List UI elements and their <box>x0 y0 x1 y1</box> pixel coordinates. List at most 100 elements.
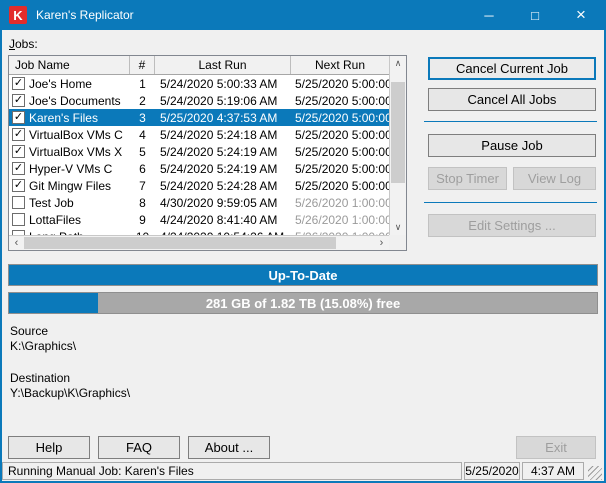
job-nextrun-cell: 5/26/2020 1:00:00 AM <box>295 212 389 227</box>
job-nextrun-cell: 5/26/2020 1:00:00 AM <box>295 195 389 210</box>
faq-button[interactable]: FAQ <box>98 436 180 459</box>
job-checkbox[interactable]: ✓ <box>12 77 25 90</box>
vertical-scrollbar-thumb[interactable] <box>391 82 405 183</box>
stop-timer-button: Stop Timer <box>428 167 507 190</box>
column-header-number[interactable]: # <box>130 56 155 74</box>
horizontal-scrollbar-thumb[interactable] <box>24 237 336 249</box>
job-name-cell: VirtualBox VMs X <box>29 144 123 159</box>
minimize-icon: ─ <box>484 7 494 23</box>
job-lastrun-cell: 4/24/2020 8:41:40 AM <box>160 212 278 227</box>
job-nextrun-cell: 5/25/2020 5:00:00 AM <box>295 93 389 108</box>
job-lastrun-cell: 5/24/2020 5:00:33 AM <box>160 76 278 91</box>
job-lastrun-cell: 4/30/2020 9:59:05 AM <box>160 195 278 210</box>
status-date: 5/25/2020 <box>464 462 520 480</box>
table-row[interactable]: ✓ Joe's Documents 2 5/24/2020 5:19:06 AM… <box>9 92 389 109</box>
minimize-button[interactable]: ─ <box>466 0 512 30</box>
window-controls: ─ □ × <box>466 0 604 30</box>
job-lastrun-cell: 5/24/2020 5:24:28 AM <box>160 178 278 193</box>
column-header-job-name[interactable]: Job Name <box>9 56 130 74</box>
job-nextrun-cell: 5/25/2020 5:00:00 AM <box>295 161 389 176</box>
source-label: Source <box>10 324 49 338</box>
job-checkbox[interactable]: ✓ <box>12 111 25 124</box>
disk-space-text: 281 GB of 1.82 TB (15.08%) free <box>205 295 401 311</box>
job-checkbox[interactable]: ✓ <box>12 145 25 158</box>
about-button[interactable]: About ... <box>188 436 270 459</box>
destination-label: Destination <box>10 371 71 385</box>
job-checkbox[interactable]: ✓ <box>12 128 25 141</box>
horizontal-scrollbar[interactable]: ‹ › <box>9 235 389 250</box>
job-nextrun-cell: 5/25/2020 5:00:00 AM <box>295 127 389 142</box>
jobs-label-rest: obs: <box>15 37 38 51</box>
table-row[interactable]: Test Job 8 4/30/2020 9:59:05 AM 5/26/202… <box>9 194 389 211</box>
table-row[interactable]: ✓ Karen's Files 3 5/25/2020 4:37:53 AM 5… <box>9 109 389 126</box>
table-row[interactable]: ✓ Hyper-V VMs C 6 5/24/2020 5:24:19 AM 5… <box>9 160 389 177</box>
job-lastrun-cell: 5/25/2020 4:37:53 AM <box>160 110 278 125</box>
table-row[interactable]: ✓ Git Mingw Files 7 5/24/2020 5:24:28 AM… <box>9 177 389 194</box>
jobs-table-body: ✓ Joe's Home 1 5/24/2020 5:00:33 AM 5/25… <box>9 75 389 235</box>
job-checkbox[interactable]: ✓ <box>12 94 25 107</box>
scroll-up-icon[interactable]: ∧ <box>390 56 406 71</box>
vertical-scrollbar[interactable]: ∧ ∨ <box>389 56 406 235</box>
view-log-button: View Log <box>513 167 596 190</box>
jobs-table: Job Name # Last Run Next Run ∧ ∨ ✓ Joe's… <box>8 55 407 251</box>
job-checkbox[interactable] <box>12 196 25 209</box>
job-checkbox[interactable] <box>12 213 25 226</box>
exit-button: Exit <box>516 436 596 459</box>
status-message: Running Manual Job: Karen's Files <box>2 462 462 480</box>
job-lastrun-cell: 5/24/2020 5:24:19 AM <box>160 161 278 176</box>
resize-grip[interactable] <box>588 466 602 480</box>
job-nextrun-cell: 5/25/2020 5:00:00 AM <box>295 144 389 159</box>
job-lastrun-cell: 5/24/2020 5:24:19 AM <box>160 144 278 159</box>
job-nextrun-cell: 5/25/2020 5:00:00 AM <box>295 110 389 125</box>
table-row[interactable]: ✓ VirtualBox VMs C 4 5/24/2020 5:24:18 A… <box>9 126 389 143</box>
maximize-button[interactable]: □ <box>512 0 558 30</box>
scroll-down-icon[interactable]: ∨ <box>390 220 406 235</box>
pause-job-button[interactable]: Pause Job <box>428 134 596 157</box>
help-button[interactable]: Help <box>8 436 90 459</box>
job-num-cell: 7 <box>139 178 146 193</box>
job-checkbox[interactable]: ✓ <box>12 162 25 175</box>
app-window: K Karen's Replicator ─ □ × Jobs: Job Nam… <box>0 0 606 483</box>
status-bar: Running Manual Job: Karen's Files 5/25/2… <box>2 461 604 481</box>
destination-path: Y:\Backup\K\Graphics\ <box>10 386 131 400</box>
job-name-cell: Karen's Files <box>29 110 98 125</box>
maximize-icon: □ <box>531 7 539 23</box>
job-num-cell: 2 <box>139 93 146 108</box>
job-nextrun-cell: 5/25/2020 5:00:00 AM <box>295 178 389 193</box>
window-title: Karen's Replicator <box>36 8 134 22</box>
job-name-cell: Joe's Documents <box>29 93 121 108</box>
title-bar: K Karen's Replicator ─ □ × <box>2 0 604 30</box>
table-row[interactable]: LottaFiles 9 4/24/2020 8:41:40 AM 5/26/2… <box>9 211 389 228</box>
disk-space-bar: 281 GB of 1.82 TB (15.08%) free <box>8 292 598 314</box>
close-button[interactable]: × <box>558 0 604 30</box>
table-row[interactable]: ✓ Joe's Home 1 5/24/2020 5:00:33 AM 5/25… <box>9 75 389 92</box>
job-name-cell: VirtualBox VMs C <box>29 127 123 142</box>
job-name-cell: Test Job <box>29 195 74 210</box>
job-num-cell: 5 <box>139 144 146 159</box>
jobs-table-header: Job Name # Last Run Next Run <box>9 56 389 75</box>
job-name-cell: Hyper-V VMs C <box>29 161 113 176</box>
job-name-cell: LottaFiles <box>29 212 82 227</box>
cancel-current-job-button[interactable]: Cancel Current Job <box>428 57 596 80</box>
edit-settings-button: Edit Settings ... <box>428 214 596 237</box>
job-status-text: Up-To-Date <box>268 267 338 283</box>
job-lastrun-cell: 5/24/2020 5:19:06 AM <box>160 93 278 108</box>
job-checkbox[interactable]: ✓ <box>12 179 25 192</box>
job-num-cell: 4 <box>139 127 146 142</box>
job-name-cell: Git Mingw Files <box>29 178 112 193</box>
job-num-cell: 9 <box>139 212 146 227</box>
status-time: 4:37 AM <box>522 462 584 480</box>
column-header-next-run[interactable]: Next Run <box>291 56 389 74</box>
source-path: K:\Graphics\ <box>10 339 77 353</box>
cancel-all-jobs-button[interactable]: Cancel All Jobs <box>428 88 596 111</box>
separator-line <box>424 202 597 203</box>
column-header-last-run[interactable]: Last Run <box>155 56 291 74</box>
table-row[interactable]: ✓ VirtualBox VMs X 5 5/24/2020 5:24:19 A… <box>9 143 389 160</box>
job-num-cell: 6 <box>139 161 146 176</box>
scroll-left-icon[interactable]: ‹ <box>9 236 24 250</box>
job-lastrun-cell: 5/24/2020 5:24:18 AM <box>160 127 278 142</box>
table-row[interactable]: Long Path 10 4/24/2020 10:54:26 AM 5/26/… <box>9 228 389 235</box>
scroll-right-icon[interactable]: › <box>374 236 389 250</box>
app-icon: K <box>9 6 27 24</box>
job-status-bar: Up-To-Date <box>8 264 598 286</box>
